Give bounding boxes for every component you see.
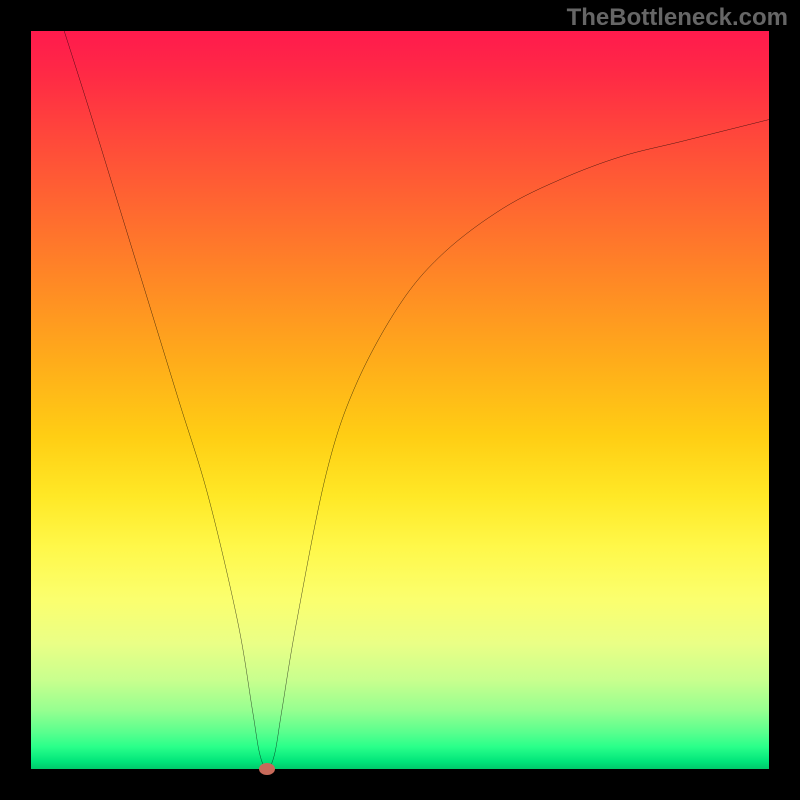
bottleneck-curve [64, 31, 769, 769]
curve-layer [31, 31, 769, 769]
optimum-marker [259, 763, 275, 775]
watermark-text: TheBottleneck.com [567, 4, 788, 32]
chart-container: TheBottleneck.com [0, 0, 800, 800]
plot-area [31, 31, 769, 769]
